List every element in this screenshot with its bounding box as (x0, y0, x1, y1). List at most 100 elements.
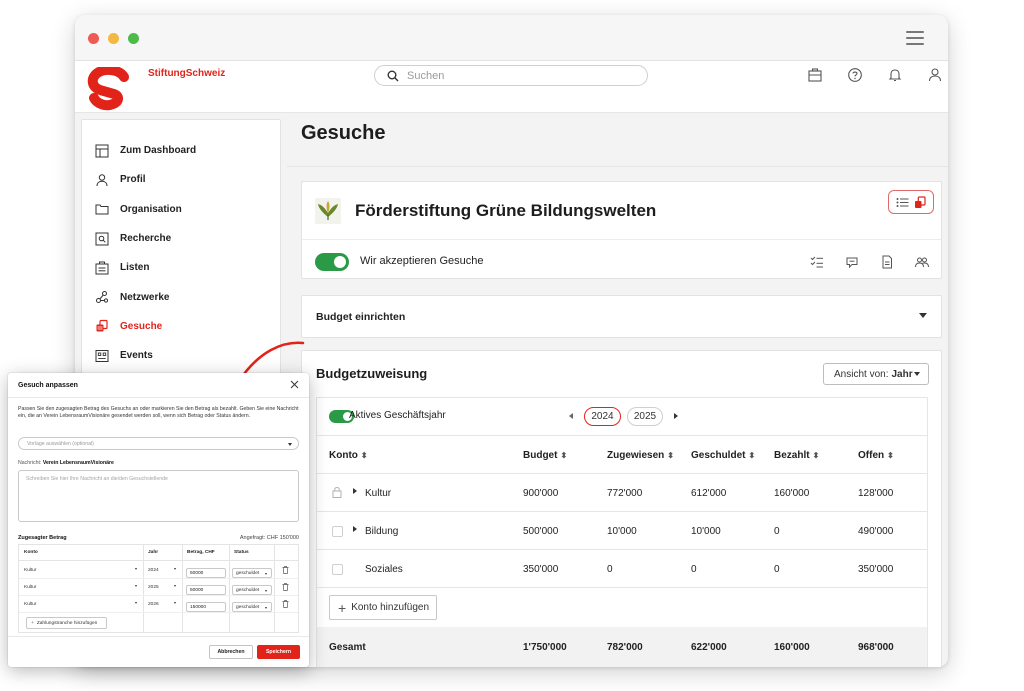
folder-icon (94, 201, 110, 217)
column-header-zugewiesen[interactable]: Zugewiesen ⬍ (607, 450, 674, 461)
column-header-konto[interactable]: Konto ⬍ (329, 450, 368, 461)
search-box-icon (94, 231, 110, 247)
cancel-button[interactable]: Abbrechen (209, 645, 253, 659)
add-tranche-label: Zahlungstranche hinzufügen (36, 620, 98, 626)
tranche-status-select[interactable]: geschuldet (232, 602, 272, 612)
chevron-down-icon[interactable] (919, 313, 927, 318)
column-header-offen[interactable]: Offen ⬍ (858, 450, 894, 461)
search-bar[interactable] (374, 65, 648, 86)
column-header-bezahlt[interactable]: Bezahlt ⬍ (774, 450, 819, 461)
view-toggle[interactable] (888, 190, 934, 214)
tranche-konto-select[interactable]: Kultur (24, 585, 37, 590)
cell-offen: 350'000 (858, 564, 894, 575)
add-account-button[interactable]: + Konto hinzufügen (329, 595, 437, 620)
chevron-down-icon (135, 585, 137, 587)
message-recipient: Verein LebensraumVisionäre (42, 460, 114, 466)
sort-icon: ⬍ (887, 451, 894, 460)
close-icon[interactable] (290, 380, 299, 389)
events-icon (94, 348, 110, 364)
template-select[interactable]: Vorlage auswählen (optional) (18, 437, 299, 450)
tranche-year-select[interactable]: 2026 (148, 602, 159, 607)
total-offen: 968'000 (858, 642, 894, 653)
row-checkbox[interactable] (332, 564, 343, 575)
tranche-konto-select[interactable]: Kultur (24, 568, 37, 573)
total-geschuldet: 622'000 (691, 642, 727, 653)
tranche-status-select[interactable]: geschuldet (232, 585, 272, 595)
template-select-placeholder: Vorlage auswählen (optional) (27, 440, 94, 447)
cell-bezahlt: 0 (774, 526, 780, 537)
previous-year-arrow-icon[interactable] (569, 413, 573, 419)
expand-row-icon[interactable] (353, 488, 357, 494)
search-icon (387, 70, 399, 81)
table-header: Konto ⬍ Budget ⬍ Zugewiesen ⬍ Geschuldet ⬍ B… (317, 436, 927, 474)
trash-icon[interactable] (282, 566, 289, 574)
chevron-down-icon (174, 568, 176, 570)
sidebar-item-label: Events (120, 350, 153, 362)
trash-icon[interactable] (282, 600, 289, 608)
view-selector[interactable]: Ansicht von: Jahr (823, 363, 929, 385)
tranche-amount-input[interactable]: 50000 (186, 568, 226, 578)
chat-icon[interactable] (845, 255, 859, 269)
sidebar-item-recherche[interactable]: Recherche (82, 224, 280, 253)
tranche-amount-input[interactable]: 150000 (186, 602, 226, 612)
tranche-row: Kultur 2024 50000 geschuldet (19, 562, 298, 579)
document-icon[interactable] (880, 255, 894, 269)
briefcase-icon[interactable] (807, 67, 823, 83)
column-header-budget[interactable]: Budget ⬍ (523, 450, 567, 461)
tranche-year-select[interactable]: 2024 (148, 568, 159, 573)
year-pill-2024[interactable]: 2024 (584, 407, 621, 426)
total-zugewiesen: 782'000 (607, 642, 643, 653)
search-input[interactable] (407, 69, 627, 82)
sidebar-item-dashboard[interactable]: Zum Dashboard (82, 136, 280, 165)
requested-amount-label: Angefragt: CHF 150'000 (239, 535, 299, 541)
help-icon[interactable] (847, 67, 863, 83)
group-icon[interactable] (915, 255, 929, 269)
sidebar-item-profil[interactable]: Profil (82, 165, 280, 194)
adjust-request-modal: Gesuch anpassen Passen Sie den zugesagte… (8, 373, 309, 667)
bell-icon[interactable] (887, 67, 903, 83)
cell-zugewiesen: 0 (607, 564, 613, 575)
add-tranche-button[interactable]: + Zahlungstranche hinzufügen (26, 617, 107, 629)
budget-view-icon[interactable] (914, 195, 926, 209)
modal-description: Passen Sie den zugesagten Betrag des Ges… (18, 406, 299, 420)
table-row[interactable]: Kultur 900'000 772'000 612'000 160'000 1… (317, 474, 927, 512)
cell-budget: 900'000 (523, 488, 559, 499)
table-row[interactable]: Bildung 500'000 10'000 10'000 0 490'000 (317, 512, 927, 550)
hamburger-menu-icon[interactable] (906, 31, 924, 45)
sidebar-item-label: Netzwerke (120, 291, 170, 303)
user-icon[interactable] (927, 67, 943, 83)
save-button[interactable]: Speichern (257, 645, 300, 659)
sidebar-item-listen[interactable]: Listen (82, 253, 280, 282)
year-pill-2025[interactable]: 2025 (627, 407, 663, 426)
checklist-icon[interactable] (810, 255, 824, 269)
dashboard-icon (94, 143, 110, 159)
maximize-window-button[interactable] (128, 33, 139, 44)
column-header-betrag: Betrag, CHF (187, 550, 215, 555)
accept-requests-toggle[interactable] (315, 253, 349, 271)
sidebar-item-netzwerke[interactable]: Netzwerke (82, 282, 280, 311)
brand-name[interactable]: StiftungSchweiz (148, 68, 225, 79)
budget-allocation-card: Budgetzuweisung Ansicht von: Jahr Aktives… (301, 350, 942, 667)
tranche-amount-input[interactable]: 50000 (186, 585, 226, 595)
row-checkbox[interactable] (332, 526, 343, 537)
tranche-year-select[interactable]: 2025 (148, 585, 159, 590)
close-window-button[interactable] (88, 33, 99, 44)
organization-card-divider (302, 239, 941, 240)
column-header-geschuldet[interactable]: Geschuldet ⬍ (691, 450, 755, 461)
sort-icon: ⬍ (812, 451, 820, 460)
brand-logo[interactable] (80, 67, 142, 115)
budget-table: Aktives Geschäftsjahr 2024 2025 Konto ⬍ B… (316, 397, 928, 667)
tranche-status-select[interactable]: geschuldet (232, 568, 272, 578)
trash-icon[interactable] (282, 583, 289, 591)
tranche-konto-select[interactable]: Kultur (24, 602, 37, 607)
budget-setup-accordion[interactable]: Budget einrichten (301, 295, 942, 338)
chevron-down-icon (174, 602, 176, 604)
next-year-arrow-icon[interactable] (674, 413, 678, 419)
table-row[interactable]: Soziales 350'000 0 0 0 350'000 (317, 550, 927, 588)
minimize-window-button[interactable] (108, 33, 119, 44)
list-view-icon[interactable] (896, 197, 909, 208)
message-textarea[interactable] (18, 470, 299, 522)
sidebar-item-organisation[interactable]: Organisation (82, 195, 280, 224)
lock-icon (332, 487, 342, 498)
expand-row-icon[interactable] (353, 526, 357, 532)
